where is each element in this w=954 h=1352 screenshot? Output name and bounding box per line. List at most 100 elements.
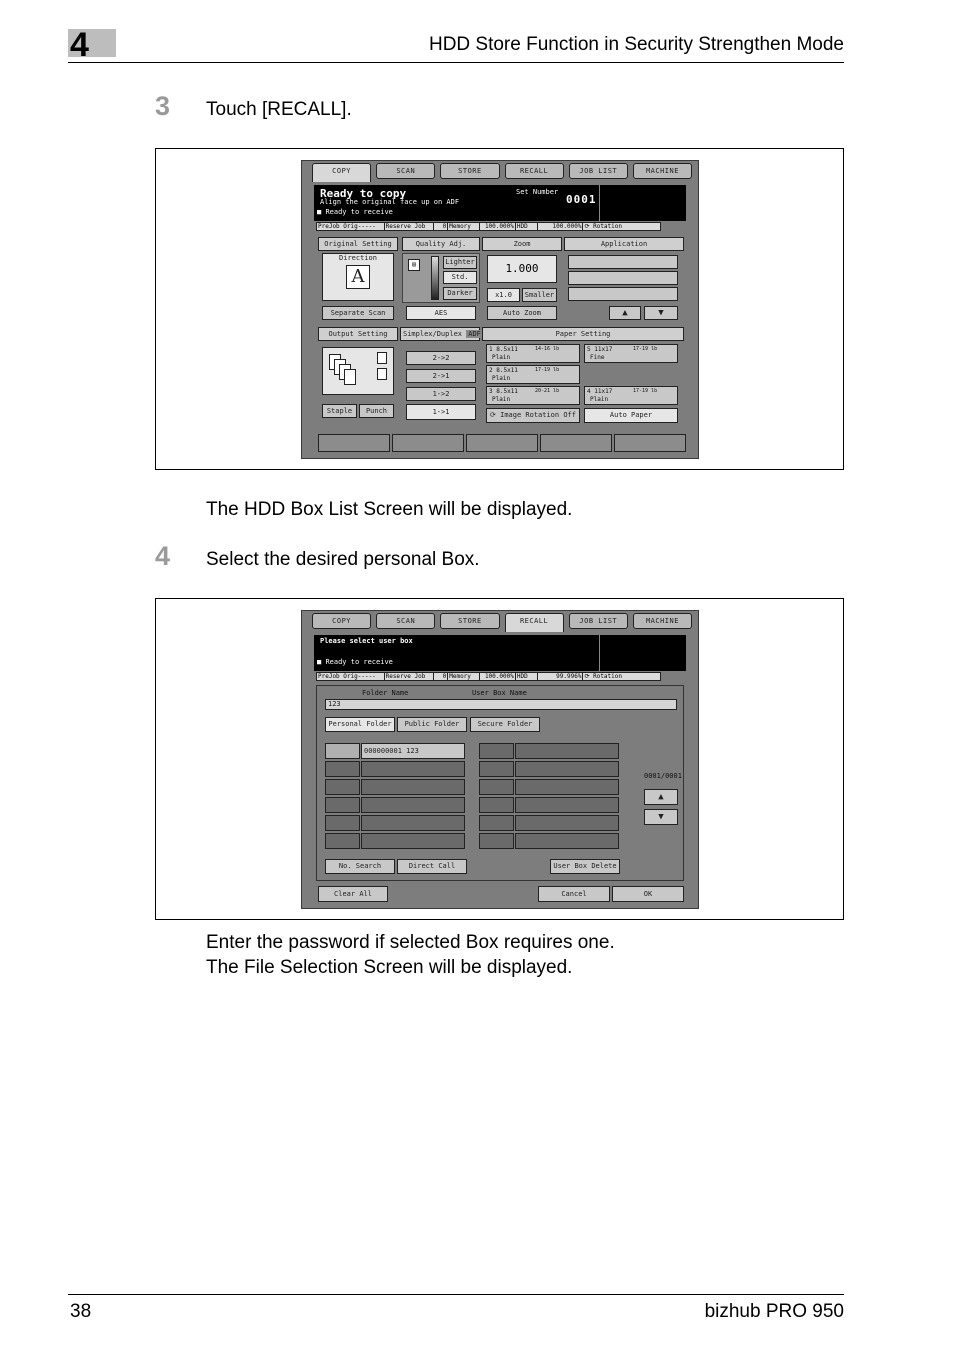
box-name-6[interactable] xyxy=(361,833,465,849)
separate-scan-button[interactable]: Separate Scan xyxy=(322,306,394,320)
duplex-2-1-button[interactable]: 2->1 xyxy=(406,369,476,383)
page-up-button[interactable]: ▲ xyxy=(644,789,678,805)
clear-all-button[interactable]: Clear All xyxy=(318,886,388,902)
tab-store[interactable]: STORE xyxy=(440,163,500,179)
bottom-soft-button-3[interactable] xyxy=(466,434,538,452)
receive-status: ■ Ready to receive xyxy=(317,658,393,666)
darker-button[interactable]: Darker xyxy=(443,287,477,300)
box-number-1[interactable] xyxy=(325,743,360,759)
cancel-button[interactable]: Cancel xyxy=(538,886,610,902)
tab-scan[interactable]: SCAN xyxy=(376,613,436,629)
page-down-button[interactable]: ▼ xyxy=(644,809,678,825)
simplex-duplex-button[interactable]: Simplex/Duplex ADF xyxy=(400,327,483,341)
secure-folder-tab[interactable]: Secure Folder xyxy=(470,717,540,732)
density-panel: ▤ Lighter Std. Darker xyxy=(402,253,480,303)
duplex-1-2-button[interactable]: 1->2 xyxy=(406,387,476,401)
tab-recall[interactable]: RECALL xyxy=(504,613,564,632)
box-name-4[interactable] xyxy=(361,797,465,813)
paper-setting-button[interactable]: Paper Setting xyxy=(482,327,684,341)
arrow-down-icon: ▼ xyxy=(658,812,664,822)
aes-button[interactable]: AES xyxy=(406,306,476,320)
box-number-8[interactable] xyxy=(479,761,514,777)
box-number-3[interactable] xyxy=(325,779,360,795)
tray-5-button[interactable]: 5 11x17 17-19 lb Fine xyxy=(584,344,678,363)
tab-recall[interactable]: RECALL xyxy=(504,163,564,179)
box-name-9[interactable] xyxy=(515,779,619,795)
staple-button[interactable]: Staple xyxy=(322,404,357,418)
scroll-down-button[interactable]: ▼ xyxy=(644,306,678,320)
box-number-2[interactable] xyxy=(325,761,360,777)
application-button[interactable]: Application xyxy=(564,237,684,251)
bottom-soft-button-4[interactable] xyxy=(540,434,612,452)
box-name-5[interactable] xyxy=(361,815,465,831)
hdd-label: HDD xyxy=(516,223,538,230)
tab-store[interactable]: STORE xyxy=(440,613,500,629)
auto-paper-button[interactable]: Auto Paper xyxy=(584,408,678,423)
box-number-6[interactable] xyxy=(325,833,360,849)
tray-3-button[interactable]: 3 8.5x11 20-21 lb Plain xyxy=(486,386,580,405)
tab-machine[interactable]: MACHINE xyxy=(632,613,693,629)
direct-call-button[interactable]: Direct Call xyxy=(397,859,467,874)
staple-mode-icon xyxy=(377,352,387,364)
bottom-soft-button-2[interactable] xyxy=(392,434,464,452)
output-setting-button[interactable]: Output Setting xyxy=(318,327,398,341)
tab-scan[interactable]: SCAN xyxy=(376,163,436,179)
duplex-1-1-button[interactable]: 1->1 xyxy=(406,404,476,420)
box-list-area: Folder Name User Box Name 123 Personal F… xyxy=(316,685,684,881)
direction-button[interactable]: Direction A xyxy=(322,253,394,301)
rotation-label: Rotation xyxy=(593,223,622,230)
zoom-x1-button[interactable]: x1.0 xyxy=(487,288,520,302)
quality-adj-button[interactable]: Quality Adj. xyxy=(402,237,480,251)
tray-4-button[interactable]: 4 11x17 17-19 lb Plain xyxy=(584,386,678,405)
receive-status-text: Ready to receive xyxy=(325,658,393,666)
auto-zoom-button[interactable]: Auto Zoom xyxy=(487,306,557,320)
zoom-value-display[interactable]: 1.000 xyxy=(487,255,557,283)
box-number-11[interactable] xyxy=(479,815,514,831)
public-folder-tab[interactable]: Public Folder xyxy=(397,717,467,732)
chapter-number: 4 xyxy=(70,26,89,64)
tray-2-button[interactable]: 2 8.5x11 17-19 lb Plain xyxy=(486,365,580,384)
ok-button[interactable]: OK xyxy=(612,886,684,902)
receive-status: ■ Ready to receive xyxy=(317,208,393,216)
no-search-button[interactable]: No. Search xyxy=(325,859,395,874)
punch-button[interactable]: Punch xyxy=(359,404,394,418)
box-name-1[interactable]: 000000001 123 xyxy=(361,743,465,759)
tab-copy[interactable]: COPY xyxy=(312,163,372,182)
box-number-10[interactable] xyxy=(479,797,514,813)
box-number-7[interactable] xyxy=(479,743,514,759)
scroll-up-button[interactable]: ▲ xyxy=(609,306,641,320)
box-number-12[interactable] xyxy=(479,833,514,849)
box-name-3[interactable] xyxy=(361,779,465,795)
personal-folder-tab[interactable]: Personal Folder xyxy=(325,717,395,732)
bottom-soft-button-1[interactable] xyxy=(318,434,390,452)
arrow-down-icon: ▼ xyxy=(658,308,664,318)
box-number-5[interactable] xyxy=(325,815,360,831)
std-button[interactable]: Std. xyxy=(443,271,477,284)
original-setting-button[interactable]: Original Setting xyxy=(318,237,398,251)
bottom-soft-button-5[interactable] xyxy=(614,434,686,452)
box-name-7[interactable] xyxy=(515,743,619,759)
zoom-smaller-button[interactable]: Smaller xyxy=(522,288,557,302)
box-name-10[interactable] xyxy=(515,797,619,813)
application-slot-3[interactable] xyxy=(568,287,678,301)
tab-machine[interactable]: MACHINE xyxy=(632,163,693,179)
tab-job-list[interactable]: JOB LIST xyxy=(568,163,628,179)
application-slot-1[interactable] xyxy=(568,255,678,269)
zoom-button[interactable]: Zoom xyxy=(482,237,562,251)
box-number-9[interactable] xyxy=(479,779,514,795)
user-box-delete-button[interactable]: User Box Delete xyxy=(550,859,620,874)
image-rotation-button[interactable]: ⟳ Image Rotation Off xyxy=(486,408,580,423)
application-slot-2[interactable] xyxy=(568,271,678,285)
box-name-2[interactable] xyxy=(361,761,465,777)
rotation-icon: ⟳ xyxy=(490,411,496,419)
box-number-4[interactable] xyxy=(325,797,360,813)
tab-job-list[interactable]: JOB LIST xyxy=(568,613,628,629)
lighter-button[interactable]: Lighter xyxy=(443,256,477,269)
tab-copy[interactable]: COPY xyxy=(312,613,372,629)
box-name-12[interactable] xyxy=(515,833,619,849)
box-name-11[interactable] xyxy=(515,815,619,831)
output-tray-icon[interactable] xyxy=(322,347,394,395)
box-name-8[interactable] xyxy=(515,761,619,777)
tray-1-button[interactable]: 1 8.5x11 14-16 lb Plain xyxy=(486,344,580,363)
duplex-2-2-button[interactable]: 2->2 xyxy=(406,351,476,365)
